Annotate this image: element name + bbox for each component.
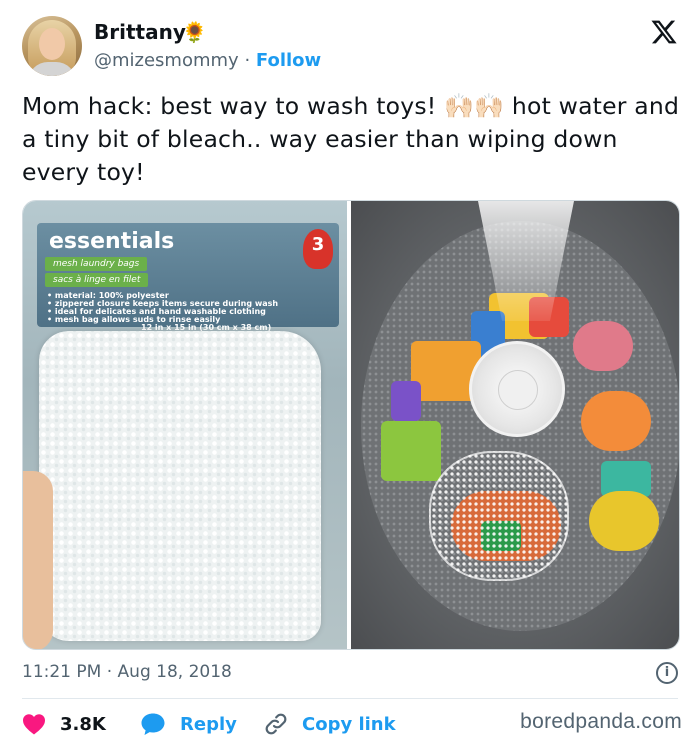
divider (22, 698, 678, 699)
mesh-bag-with-toys (429, 451, 569, 581)
like-count: 3.8K (60, 713, 106, 735)
like-button[interactable]: 3.8K (22, 708, 106, 740)
author-name[interactable]: Brittany (94, 20, 186, 44)
tweet-timestamp[interactable]: 11:21 PM · Aug 18, 2018 (22, 662, 232, 682)
info-icon[interactable]: i (656, 662, 678, 684)
package-count-badge: 3 (303, 229, 333, 269)
reply-button[interactable]: Reply (140, 708, 237, 740)
follow-button[interactable]: Follow (256, 50, 321, 71)
heart-icon (23, 714, 45, 735)
package-tag: mesh laundry bags (45, 257, 148, 271)
handle-line: @mizesmommy · Follow (94, 50, 321, 71)
time-separator: · (106, 662, 113, 682)
avatar[interactable] (22, 16, 82, 76)
media-grid: essentials 3 mesh laundry bags sacs à li… (22, 200, 680, 650)
watermark: boredpanda.com (520, 710, 682, 733)
package-tag-fr: sacs à linge en filet (45, 273, 149, 287)
tweet-time: 11:21 PM (22, 662, 102, 682)
author-handle[interactable]: @mizesmommy (94, 50, 239, 71)
mesh-bag (39, 331, 321, 641)
reply-label: Reply (180, 713, 237, 735)
hand (23, 471, 53, 649)
tweet-header: Brittany 🌻 @mizesmommy · Follow (22, 16, 682, 78)
handle-separator: · (244, 50, 251, 71)
photo-washing-machine[interactable] (351, 201, 679, 649)
raising-hands-emoji: 🙌🏻🙌🏻 (444, 92, 505, 120)
reply-bubble-icon (141, 713, 165, 735)
action-bar: 3.8K Reply Copy link boredpanda.com (22, 708, 682, 740)
tweet-text: Mom hack: best way to wash toys! 🙌🏻🙌🏻 ho… (22, 90, 682, 189)
package-brand: essentials (49, 229, 175, 254)
sunflower-emoji: 🌻 (182, 20, 207, 44)
tweet-text-part1: Mom hack: best way to wash toys! (22, 92, 445, 120)
photo-mesh-bags[interactable]: essentials 3 mesh laundry bags sacs à li… (23, 201, 347, 649)
copy-link-label: Copy link (302, 713, 396, 735)
link-icon (265, 713, 287, 735)
x-logo-icon[interactable] (650, 18, 678, 46)
agitator (469, 341, 565, 437)
copy-link-button[interactable]: Copy link (264, 708, 396, 740)
tweet-date: Aug 18, 2018 (117, 662, 232, 682)
